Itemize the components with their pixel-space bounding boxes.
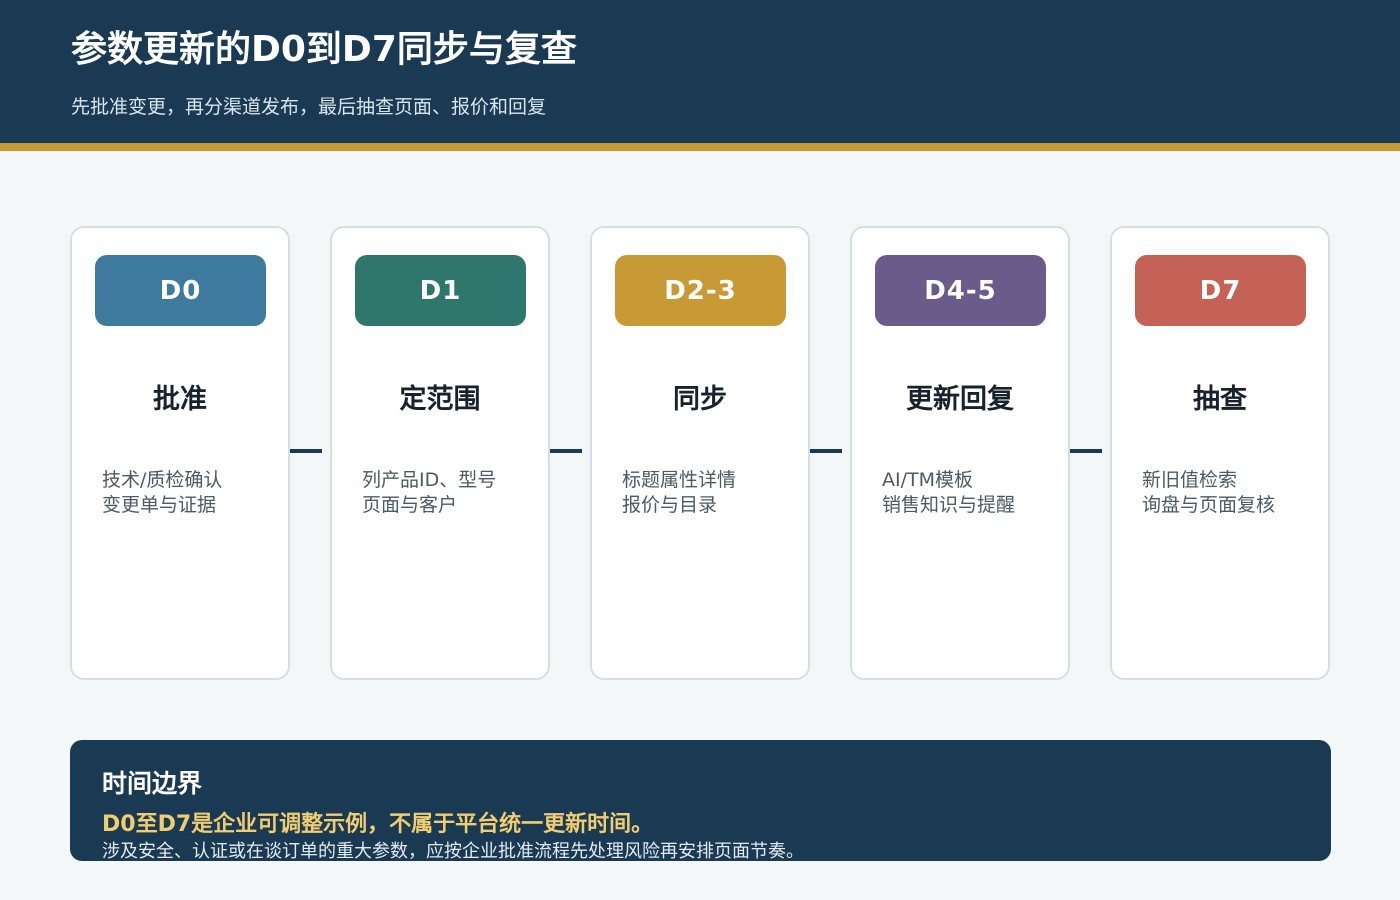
stage-badge-d4-5: D4-5 [875, 255, 1046, 326]
stage-card-d1: D1 定范围 列产品ID、型号 页面与客户 [330, 226, 550, 680]
time-boundary-note: 时间边界 D0至D7是企业可调整示例，不属于平台统一更新时间。 涉及安全、认证或… [70, 740, 1331, 861]
note-title: 时间边界 [102, 769, 203, 798]
stage-badge-d1: D1 [355, 255, 526, 326]
stage-description-line: 变更单与证据 [102, 494, 217, 516]
stage-description-d7: 新旧值检索 询盘与页面复核 [1142, 468, 1322, 518]
stage-connector [810, 449, 842, 453]
stage-description-d4-5: AI/TM模板 销售知识与提醒 [882, 468, 1062, 518]
stage-description-line: 报价与目录 [622, 494, 718, 516]
header-accent-line [0, 143, 1400, 151]
stage-description-line: 新旧值检索 [1142, 469, 1238, 491]
stage-card-d0: D0 批准 技术/质检确认 变更单与证据 [70, 226, 290, 680]
stage-description-line: 技术/质检确认 [102, 469, 223, 491]
stage-card-d7: D7 抽查 新旧值检索 询盘与页面复核 [1110, 226, 1330, 680]
stage-description-d0: 技术/质检确认 变更单与证据 [102, 468, 282, 518]
stage-title-d7: 抽查 [1193, 384, 1247, 415]
stage-badge-d2-3: D2-3 [615, 255, 786, 326]
stage-description-d1: 列产品ID、型号 页面与客户 [362, 468, 542, 518]
page-title: 参数更新的D0到D7同步与复查 [71, 29, 577, 70]
stage-badge-d0: D0 [95, 255, 266, 326]
stage-connector [550, 449, 582, 453]
stage-description-line: 列产品ID、型号 [362, 469, 497, 491]
stage-connector [290, 449, 322, 453]
stage-title-d0: 批准 [153, 384, 207, 415]
stage-description-line: 销售知识与提醒 [882, 494, 1016, 516]
stage-description-line: 标题属性详情 [622, 469, 737, 491]
page-subtitle: 先批准变更，再分渠道发布，最后抽查页面、报价和回复 [71, 96, 547, 118]
stage-card-d2-3: D2-3 同步 标题属性详情 报价与目录 [590, 226, 810, 680]
stage-title-d4-5: 更新回复 [906, 384, 1014, 415]
stage-description-line: AI/TM模板 [882, 469, 974, 491]
stage-description-d2-3: 标题属性详情 报价与目录 [622, 468, 802, 518]
stage-badge-d7: D7 [1135, 255, 1306, 326]
stage-description-line: 询盘与页面复核 [1142, 494, 1276, 516]
stage-card-d4-5: D4-5 更新回复 AI/TM模板 销售知识与提醒 [850, 226, 1070, 680]
note-highlight: D0至D7是企业可调整示例，不属于平台统一更新时间。 [102, 812, 654, 837]
stage-description-line: 页面与客户 [362, 494, 458, 516]
header-banner: 参数更新的D0到D7同步与复查 先批准变更，再分渠道发布，最后抽查页面、报价和回… [0, 0, 1400, 143]
note-body: 涉及安全、认证或在谈订单的重大参数，应按企业批准流程先处理风险再安排页面节奏。 [102, 841, 804, 861]
stage-title-d1: 定范围 [399, 384, 481, 415]
stage-connector [1070, 449, 1102, 453]
stage-title-d2-3: 同步 [673, 384, 727, 415]
